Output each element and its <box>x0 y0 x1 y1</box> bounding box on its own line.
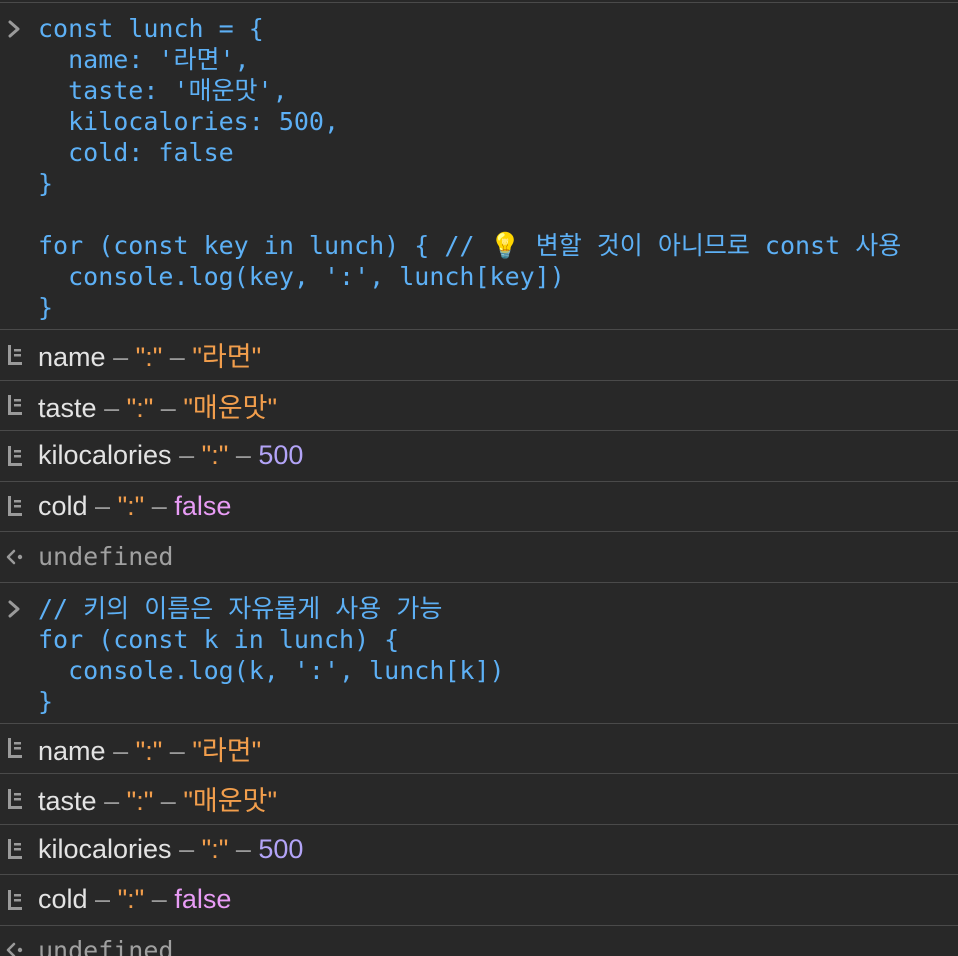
log-key: cold <box>38 490 88 521</box>
code-line: } <box>38 169 54 198</box>
log-key: cold <box>38 884 88 915</box>
log-list-icon <box>8 496 22 517</box>
code-line: name: '라면', <box>38 45 250 74</box>
log-value: "라면" <box>192 342 262 373</box>
code-line: console.log(k, ':', lunch[k]) <box>38 655 505 685</box>
log-value: false <box>174 884 232 915</box>
log-value: false <box>174 490 232 521</box>
log-message: name – ":" – "라면" <box>38 335 261 374</box>
code-line: cold: false <box>38 138 234 167</box>
log-key: kilocalories <box>38 833 172 864</box>
comment-text: 변할 것이 아니므로 const 사용 <box>520 231 902 260</box>
log-separator-dash: – <box>104 786 120 817</box>
result-value: undefined <box>38 542 174 572</box>
console-input-entry-2[interactable]: // 키의 이름은 자유롭게 사용 가능 for (const k in lun… <box>0 583 958 724</box>
log-separator-dash: – <box>179 833 195 864</box>
code-text: for (const key in lunch) { // <box>38 231 490 260</box>
log-separator-dash: – <box>160 392 176 423</box>
log-colon-string: ":" <box>117 884 145 915</box>
code-line: for (const k in lunch) { <box>38 624 400 654</box>
log-value: "매운맛" <box>183 786 278 817</box>
log-message: taste – ":" – "매운맛" <box>38 386 277 425</box>
log-colon-string: ":" <box>135 735 163 766</box>
log-colon-string: ":" <box>117 490 145 521</box>
log-message: taste – ":" – "매운맛" <box>38 779 277 818</box>
chevron-right-icon <box>8 600 20 617</box>
console-result-entry-2: undefined <box>0 926 958 956</box>
log-message: cold – ":" – false <box>38 491 231 522</box>
chevron-right-icon <box>8 20 20 38</box>
log-list-icon <box>8 889 22 910</box>
console-log-row: name – ":" – "라면" <box>0 330 958 381</box>
log-list-icon <box>8 445 22 466</box>
log-separator-dash: – <box>235 440 251 471</box>
console-log-row: cold – ":" – false <box>0 875 958 926</box>
log-key: name <box>38 735 106 766</box>
log-list-icon <box>8 395 22 416</box>
code-line: const lunch = { <box>38 14 264 43</box>
log-key: taste <box>38 392 97 423</box>
log-separator-dash: – <box>235 833 251 864</box>
code-line: // 키의 이름은 자유롭게 사용 가능 <box>38 593 443 623</box>
log-separator-dash: – <box>169 735 185 766</box>
result-value: undefined <box>38 935 174 956</box>
log-message: name – ":" – "라면" <box>38 729 261 768</box>
log-value: 500 <box>258 833 304 864</box>
log-value: "라면" <box>192 735 262 766</box>
log-colon-string: ":" <box>135 342 163 373</box>
log-value: "매운맛" <box>183 392 278 423</box>
log-separator-dash: – <box>104 392 120 423</box>
console-log-row: taste – ":" – "매운맛" <box>0 774 958 825</box>
console-result-entry-1: undefined <box>0 532 958 583</box>
log-list-icon <box>8 788 22 809</box>
log-colon-string: ":" <box>201 833 229 864</box>
log-message: kilocalories – ":" – 500 <box>38 834 303 865</box>
lightbulb-icon: 💡 <box>489 231 521 260</box>
log-separator-dash: – <box>95 490 111 521</box>
log-colon-string: ":" <box>126 786 154 817</box>
console-log-group-1: name – ":" – "라면" taste – ":" – "매운맛" kilo… <box>0 330 958 532</box>
log-list-icon <box>8 839 22 860</box>
log-separator-dash: – <box>151 490 167 521</box>
code-line-with-comment: for (const key in lunch) { // 💡 변할 것이 아니… <box>38 230 958 261</box>
log-colon-string: ":" <box>126 392 154 423</box>
console-log-row: taste – ":" – "매운맛" <box>0 381 958 431</box>
log-separator-dash: – <box>113 342 129 373</box>
log-separator-dash: – <box>151 884 167 915</box>
log-list-icon <box>8 738 22 759</box>
log-value: 500 <box>258 440 304 471</box>
log-message: kilocalories – ":" – 500 <box>38 440 303 471</box>
log-key: name <box>38 342 106 373</box>
log-colon-string: ":" <box>201 440 229 471</box>
log-separator-dash: – <box>160 786 176 817</box>
console-log-row: cold – ":" – false <box>0 482 958 532</box>
devtools-console: const lunch = { name: '라면', taste: '매운맛'… <box>0 0 958 956</box>
code-line: } <box>38 686 54 716</box>
log-separator-dash: – <box>95 884 111 915</box>
console-input-entry-1[interactable]: const lunch = { name: '라면', taste: '매운맛'… <box>0 3 958 330</box>
console-log-row: name – ":" – "라면" <box>0 724 958 774</box>
console-log-group-2: name – ":" – "라면" taste – ":" – "매운맛" kilo… <box>0 724 958 926</box>
console-log-row: kilocalories – ":" – 500 <box>0 825 958 875</box>
return-arrow-icon <box>6 549 23 564</box>
code-line: } <box>38 293 54 322</box>
log-separator-dash: – <box>113 735 129 766</box>
log-message: cold – ":" – false <box>38 884 231 915</box>
code-line: taste: '매운맛', <box>38 76 288 105</box>
code-line: kilocalories: 500, <box>38 107 340 136</box>
console-log-row: kilocalories – ":" – 500 <box>0 431 958 482</box>
log-key: taste <box>38 786 97 817</box>
code-line: console.log(key, ':', lunch[key]) <box>38 262 565 291</box>
log-key: kilocalories <box>38 440 172 471</box>
log-list-icon <box>8 344 22 365</box>
return-arrow-icon <box>6 943 23 956</box>
log-separator-dash: – <box>179 440 195 471</box>
log-separator-dash: – <box>169 342 185 373</box>
